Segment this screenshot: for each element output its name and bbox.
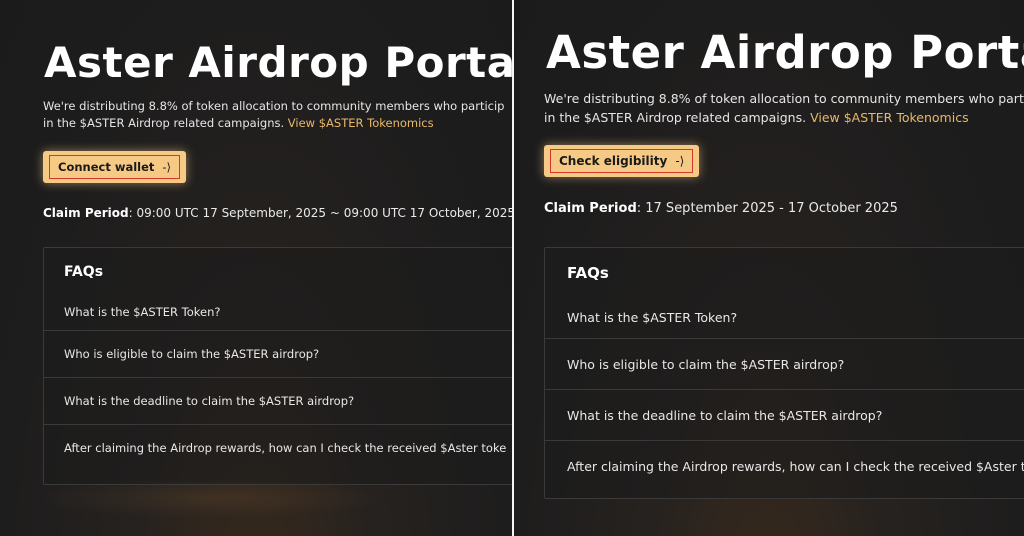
faq-item[interactable]: What is the deadline to claim the $ASTER… bbox=[44, 377, 512, 424]
description: We're distributing 8.8% of token allocat… bbox=[544, 90, 1024, 128]
description-line-1: We're distributing 8.8% of token allocat… bbox=[544, 91, 1024, 106]
left-panel: Aster Airdrop Portal We're distributing … bbox=[0, 0, 512, 536]
faq-title: FAQs bbox=[64, 264, 104, 280]
watermark-glow bbox=[30, 478, 390, 518]
description-line-2: in the $ASTER Airdrop related campaigns.… bbox=[544, 109, 1024, 128]
faq-item[interactable]: After claiming the Airdrop rewards, how … bbox=[545, 440, 1024, 491]
claim-period-label: Claim Period bbox=[43, 206, 129, 220]
panel-divider bbox=[512, 0, 514, 536]
connect-wallet-button[interactable]: Connect wallet -⟩ bbox=[49, 155, 181, 179]
claim-period-label: Claim Period bbox=[544, 201, 637, 216]
faq-item[interactable]: Who is eligible to claim the $ASTER aird… bbox=[44, 330, 512, 377]
description-line-2: in the $ASTER Airdrop related campaigns.… bbox=[43, 115, 504, 132]
connect-wallet-label: Connect wallet bbox=[58, 160, 155, 174]
description: We're distributing 8.8% of token allocat… bbox=[43, 98, 504, 133]
faq-item[interactable]: What is the deadline to claim the $ASTER… bbox=[545, 389, 1024, 440]
page-title: Aster Airdrop Portal bbox=[44, 38, 512, 87]
faq-item[interactable]: What is the $ASTER Token? bbox=[545, 298, 1024, 338]
right-panel: Aster Airdrop Portal We're distributing … bbox=[512, 0, 1024, 536]
claim-period: Claim Period: 17 September 2025 - 17 Oct… bbox=[544, 201, 898, 216]
tokenomics-link[interactable]: View $ASTER Tokenomics bbox=[288, 116, 434, 130]
description-line-2-text: in the $ASTER Airdrop related campaigns. bbox=[544, 109, 811, 125]
faq-title: FAQs bbox=[567, 264, 609, 282]
faq-item[interactable]: Who is eligible to claim the $ASTER aird… bbox=[545, 338, 1024, 389]
tokenomics-link[interactable]: View $ASTER Tokenomics bbox=[810, 110, 969, 125]
claim-period-value: : 09:00 UTC 17 September, 2025 ~ 09:00 U… bbox=[128, 206, 512, 220]
claim-period-value: : 17 September 2025 - 17 October 2025 bbox=[636, 201, 898, 216]
faq-section: FAQs What is the $ASTER Token? Who is el… bbox=[43, 247, 512, 485]
description-line-1: We're distributing 8.8% of token allocat… bbox=[43, 99, 505, 113]
check-eligibility-button[interactable]: Check eligibility -⟩ bbox=[550, 149, 694, 173]
description-line-2-text: in the $ASTER Airdrop related campaigns. bbox=[43, 116, 288, 131]
faq-item[interactable]: What is the $ASTER Token? bbox=[44, 294, 512, 330]
claim-period: Claim Period: 09:00 UTC 17 September, 20… bbox=[43, 206, 512, 220]
screenshot-comparison: Aster Airdrop Portal We're distributing … bbox=[0, 0, 1024, 536]
check-eligibility-highlight: Check eligibility -⟩ bbox=[544, 145, 700, 177]
page-title: Aster Airdrop Portal bbox=[546, 26, 1024, 79]
check-eligibility-label: Check eligibility bbox=[559, 154, 668, 168]
faq-section: FAQs What is the $ASTER Token? Who is el… bbox=[544, 247, 1024, 499]
connect-wallet-highlight: Connect wallet -⟩ bbox=[43, 151, 187, 183]
arrow-right-icon: -⟩ bbox=[675, 154, 685, 168]
arrow-right-icon: -⟩ bbox=[162, 160, 172, 174]
faq-item[interactable]: After claiming the Airdrop rewards, how … bbox=[44, 424, 512, 471]
